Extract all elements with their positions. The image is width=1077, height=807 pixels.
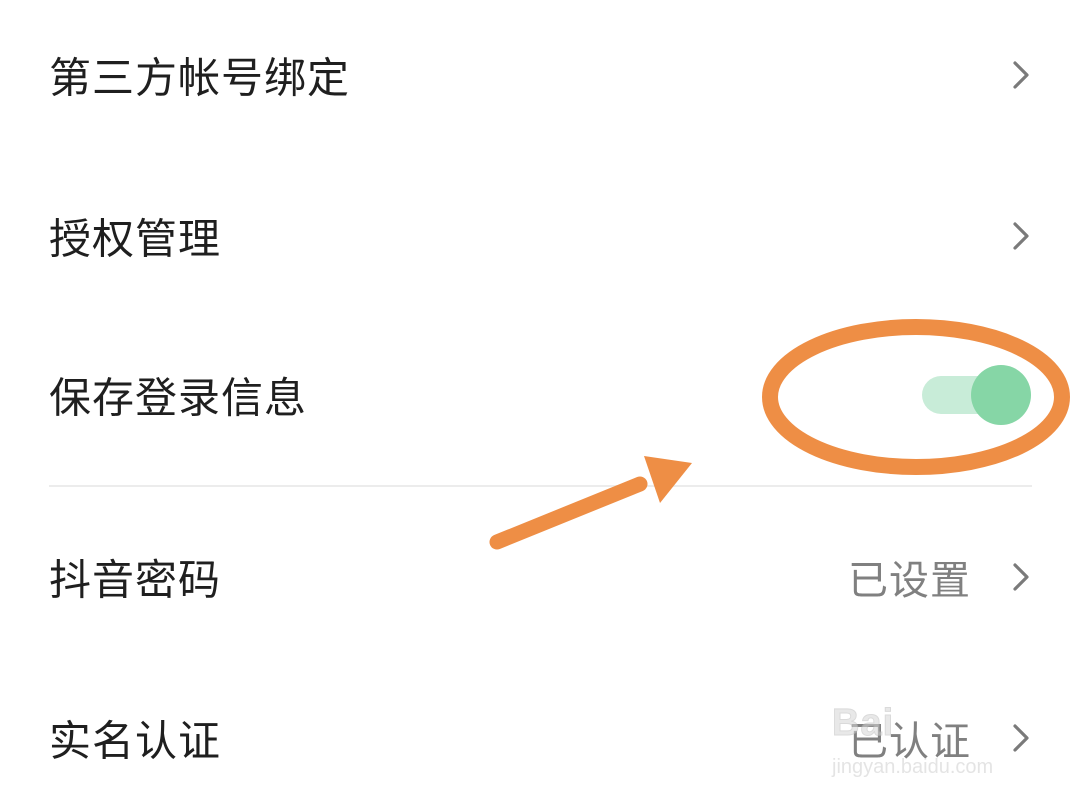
row-label: 授权管理 [49,214,222,264]
row-value-status: 已设置 [848,558,971,604]
watermark-url: jingyan.baidu.com [832,756,994,778]
row-label: 第三方帐号绑定 [49,53,351,103]
row-label: 抖音密码 [49,555,222,605]
row-label: 实名认证 [49,716,222,766]
settings-row-authorization-management[interactable]: 授权管理 [0,176,1077,296]
watermark-logo: Bai [831,702,895,745]
settings-row-save-login-info: 保存登录信息 [0,335,1077,455]
toggle-knob [971,365,1031,425]
row-label: 保存登录信息 [49,373,308,423]
baidu-jingyan-watermark: Bai jingyan.baidu.com [831,690,1032,790]
chevron-right-icon [1013,563,1029,591]
save-login-info-toggle[interactable] [922,365,1034,425]
chevron-right-icon [1013,61,1029,89]
settings-row-douyin-password[interactable]: 抖音密码 已设置 [0,517,1077,637]
chevron-right-icon [1013,222,1029,250]
settings-row-third-party-binding[interactable]: 第三方帐号绑定 [0,15,1077,135]
divider [49,485,1032,487]
